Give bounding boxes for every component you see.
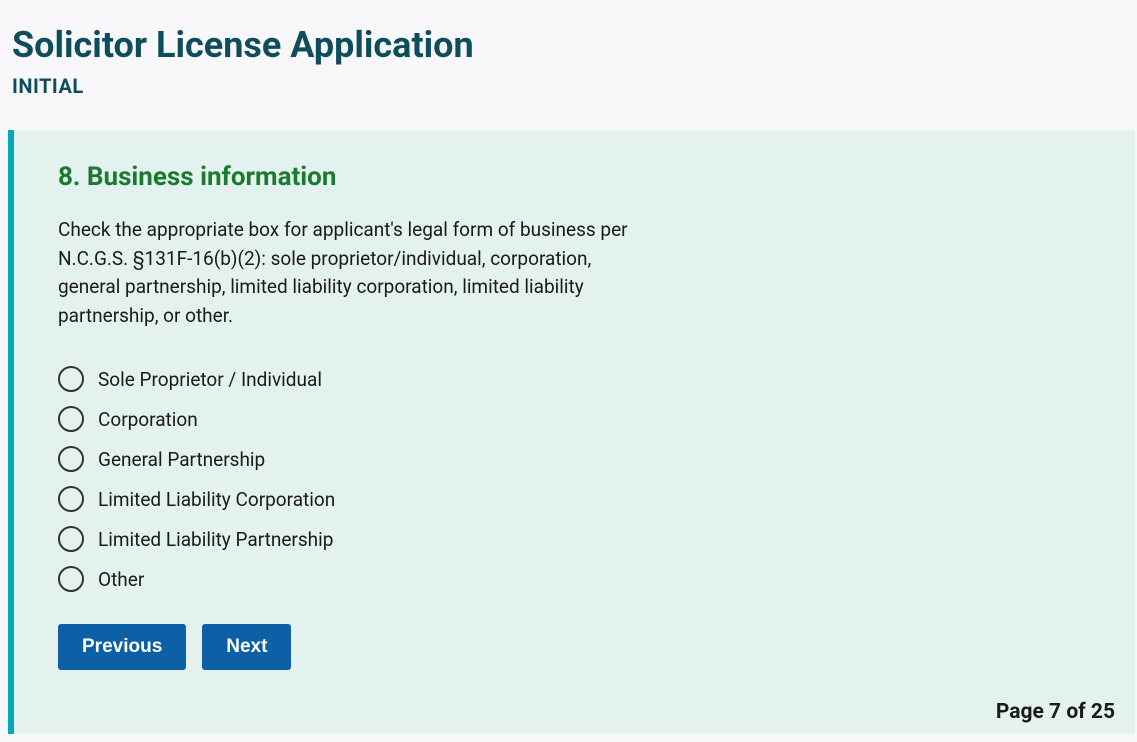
previous-button[interactable]: Previous xyxy=(58,624,186,670)
radio-other[interactable]: Other xyxy=(58,566,1091,592)
radio-label: Limited Liability Partnership xyxy=(98,528,333,551)
next-button[interactable]: Next xyxy=(202,624,291,670)
business-type-radio-group: Sole Proprietor / Individual Corporation… xyxy=(58,366,1091,592)
radio-label: Corporation xyxy=(98,408,198,431)
radio-circle-icon xyxy=(58,486,84,512)
page-title: Solicitor License Application xyxy=(12,24,1125,66)
radio-label: General Partnership xyxy=(98,448,265,471)
page-subtitle: INITIAL xyxy=(12,74,1125,98)
radio-llp[interactable]: Limited Liability Partnership xyxy=(58,526,1091,552)
form-section: 8. Business information Check the approp… xyxy=(8,130,1135,734)
section-heading: 8. Business information xyxy=(58,162,1091,192)
radio-sole-proprietor[interactable]: Sole Proprietor / Individual xyxy=(58,366,1091,392)
radio-label: Limited Liability Corporation xyxy=(98,488,335,511)
navigation-buttons: Previous Next xyxy=(58,624,1091,670)
radio-label: Other xyxy=(98,568,144,591)
radio-circle-icon xyxy=(58,406,84,432)
page-indicator: Page 7 of 25 xyxy=(996,700,1115,724)
radio-general-partnership[interactable]: General Partnership xyxy=(58,446,1091,472)
radio-llc[interactable]: Limited Liability Corporation xyxy=(58,486,1091,512)
page-header: Solicitor License Application INITIAL xyxy=(0,0,1137,118)
radio-circle-icon xyxy=(58,526,84,552)
radio-corporation[interactable]: Corporation xyxy=(58,406,1091,432)
radio-circle-icon xyxy=(58,366,84,392)
radio-circle-icon xyxy=(58,446,84,472)
radio-label: Sole Proprietor / Individual xyxy=(98,368,322,391)
section-description: Check the appropriate box for applicant'… xyxy=(58,216,658,330)
radio-circle-icon xyxy=(58,566,84,592)
